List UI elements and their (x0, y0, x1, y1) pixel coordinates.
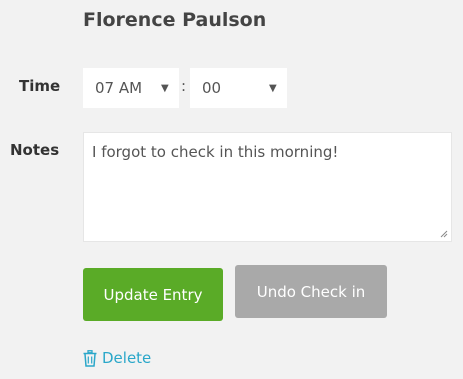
employee-name: Florence Paulson (83, 9, 267, 31)
time-separator: : (181, 77, 187, 95)
resize-grip-icon[interactable] (440, 230, 448, 238)
hour-select-value: 07 AM (95, 79, 143, 97)
delete-link[interactable]: Delete (83, 349, 151, 367)
dropdown-triangle-icon: ▼ (161, 82, 169, 94)
update-entry-button[interactable]: Update Entry (83, 268, 223, 321)
notes-text: I forgot to check in this morning! (92, 143, 339, 161)
notes-textarea[interactable]: I forgot to check in this morning! (83, 132, 452, 242)
hour-select[interactable]: 07 AM ▼ (83, 68, 179, 108)
trash-icon (83, 349, 97, 367)
time-label: Time (19, 77, 61, 95)
notes-label: Notes (10, 141, 60, 159)
dropdown-triangle-icon: ▼ (269, 82, 277, 94)
delete-label: Delete (102, 349, 152, 367)
undo-check-in-button[interactable]: Undo Check in (235, 265, 387, 318)
minute-select-value: 00 (202, 79, 222, 97)
minute-select[interactable]: 00 ▼ (190, 68, 287, 108)
